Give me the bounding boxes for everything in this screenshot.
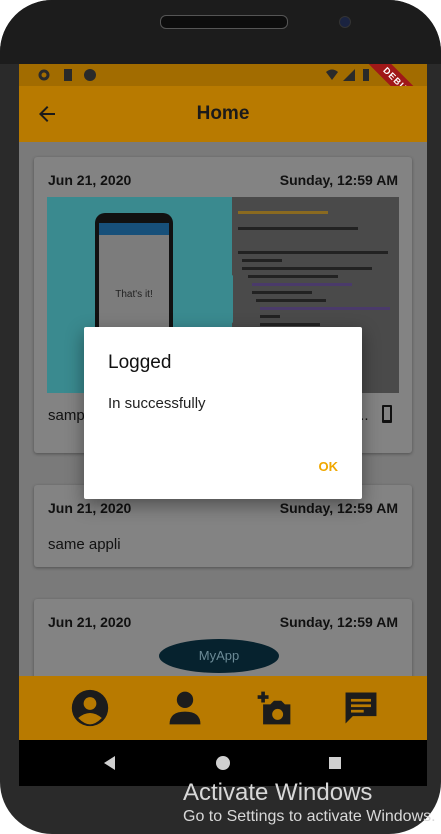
settings-icon — [38, 69, 50, 81]
system-recents-icon[interactable] — [326, 754, 344, 772]
alert-dialog: Logged In successfully OK — [84, 327, 362, 499]
app-bar: Home — [19, 86, 427, 142]
watermark-subtitle: Go to Settings to activate Windows. — [183, 808, 436, 825]
bottom-navigation — [19, 676, 427, 740]
windows-activation-watermark: Activate Windows Go to Settings to activ… — [183, 779, 436, 827]
account-circle-icon[interactable] — [68, 688, 112, 728]
status-bar: DEBUG — [19, 64, 427, 127]
mock-app-bar — [99, 223, 169, 235]
myapp-image-pill: MyApp — [159, 639, 279, 673]
post-text: samp — [48, 407, 85, 424]
chat-icon[interactable] — [339, 688, 383, 728]
post-date: Jun 21, 2020 — [48, 172, 132, 188]
ok-button[interactable]: OK — [319, 459, 339, 474]
post-time: Sunday, 12:59 AM — [279, 172, 398, 188]
front-camera — [339, 16, 351, 28]
sd-card-icon — [64, 69, 72, 81]
watermark-title: Activate Windows — [183, 779, 373, 806]
post-time: Sunday, 12:59 AM — [279, 500, 398, 516]
signal-icon — [343, 69, 355, 81]
post-text: same appli — [48, 536, 121, 553]
record-icon — [84, 69, 96, 81]
post-date: Jun 21, 2020 — [48, 500, 132, 516]
dialog-message: In successfully — [108, 395, 206, 412]
post-time: Sunday, 12:59 AM — [279, 614, 398, 630]
dialog-title: Logged — [108, 352, 172, 373]
image-caption: That's it! — [115, 289, 153, 300]
earpiece-speaker — [160, 15, 288, 29]
system-back-icon[interactable] — [101, 754, 119, 772]
page-title: Home — [196, 103, 250, 124]
battery-icon — [363, 69, 369, 81]
image-arrow-shape — [199, 275, 233, 323]
post-date: Jun 21, 2020 — [48, 614, 132, 630]
wifi-icon — [326, 69, 338, 80]
phone-device-icon — [382, 405, 392, 423]
person-icon[interactable] — [163, 688, 207, 728]
phone-top-bezel — [0, 0, 441, 64]
add-photo-icon[interactable] — [252, 688, 296, 728]
system-home-icon[interactable] — [214, 754, 232, 772]
